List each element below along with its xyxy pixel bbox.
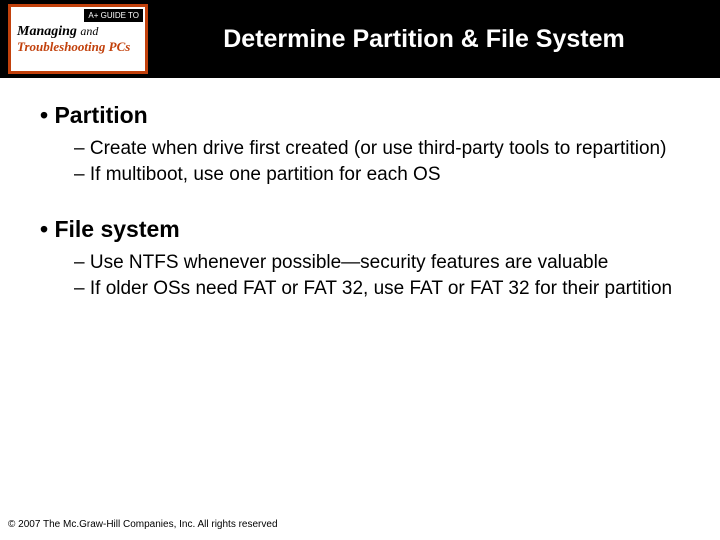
bullet-list: Partition Create when drive first create… bbox=[40, 102, 680, 301]
sub-list: Create when drive first created (or use … bbox=[40, 137, 680, 188]
header-bar: A+ GUIDE TO Managing and Troubleshooting… bbox=[0, 0, 720, 78]
copyright-footer: © 2007 The Mc.Graw-Hill Companies, Inc. … bbox=[8, 519, 278, 530]
section-file-system: File system Use NTFS whenever possible—s… bbox=[40, 216, 680, 302]
sub-item: Create when drive first created (or use … bbox=[74, 137, 680, 161]
sub-item: If multiboot, use one partition for each… bbox=[74, 163, 680, 187]
section-heading: Partition bbox=[40, 102, 680, 129]
section-partition: Partition Create when drive first create… bbox=[40, 102, 680, 188]
sub-item: If older OSs need FAT or FAT 32, use FAT… bbox=[74, 277, 680, 301]
sub-item: Use NTFS whenever possible—security feat… bbox=[74, 251, 680, 275]
slide-title: Determine Partition & File System bbox=[148, 25, 720, 54]
logo-line-2: Troubleshooting PCs bbox=[17, 40, 145, 54]
slide-content: Partition Create when drive first create… bbox=[0, 78, 720, 301]
sub-list: Use NTFS whenever possible—security feat… bbox=[40, 251, 680, 302]
book-logo: A+ GUIDE TO Managing and Troubleshooting… bbox=[8, 4, 148, 74]
logo-word-and: and bbox=[80, 24, 98, 38]
logo-line-1: Managing and bbox=[17, 25, 145, 40]
logo-corner-text: A+ GUIDE TO bbox=[84, 9, 143, 22]
logo-word-managing: Managing bbox=[17, 24, 77, 39]
section-heading: File system bbox=[40, 216, 680, 243]
